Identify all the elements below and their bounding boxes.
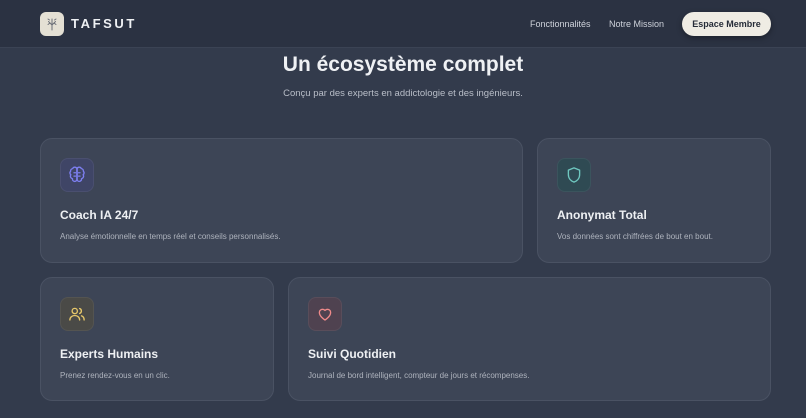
feature-icon-box bbox=[557, 158, 591, 192]
feature-title: Experts Humains bbox=[60, 347, 159, 361]
feature-description: Analyse émotionnelle en temps réel et co… bbox=[60, 232, 281, 241]
brain-icon bbox=[69, 166, 85, 183]
heart-icon bbox=[318, 308, 332, 321]
logo[interactable] bbox=[40, 12, 64, 36]
section-title: Un écosystème complet bbox=[282, 53, 524, 76]
nav-link-features[interactable]: Fonctionnalités bbox=[530, 19, 591, 29]
member-space-button[interactable]: Espace Membre bbox=[682, 12, 771, 36]
feature-card-ai-coach: Coach IA 24/7 Analyse émotionnelle en te… bbox=[40, 138, 523, 263]
feature-description: Prenez rendez-vous en un clic. bbox=[60, 371, 170, 380]
section-subtitle: Conçu par des experts en addictologie et… bbox=[283, 88, 523, 99]
feature-card-daily-tracking: Suivi Quotidien Journal de bord intellig… bbox=[288, 277, 771, 401]
feature-description: Vos données sont chiffrées de bout en bo… bbox=[557, 232, 713, 241]
feature-description: Journal de bord intelligent, compteur de… bbox=[308, 371, 530, 380]
brand-name[interactable]: TAFSUT bbox=[71, 16, 137, 31]
users-icon bbox=[69, 307, 85, 321]
feature-title: Suivi Quotidien bbox=[308, 347, 397, 361]
shield-icon bbox=[567, 167, 581, 183]
feature-icon-box bbox=[60, 297, 94, 331]
feature-card-experts: Experts Humains Prenez rendez-vous en un… bbox=[40, 277, 274, 401]
feature-title: Anonymat Total bbox=[557, 208, 647, 222]
feature-icon-box bbox=[308, 297, 342, 331]
feature-icon-box bbox=[60, 158, 94, 192]
feature-card-anonymity: Anonymat Total Vos données sont chiffrée… bbox=[537, 138, 771, 263]
navbar: TAFSUT Fonctionnalités Notre Mission Esp… bbox=[0, 0, 806, 48]
feature-title: Coach IA 24/7 bbox=[60, 208, 139, 222]
nav-link-mission[interactable]: Notre Mission bbox=[609, 19, 664, 29]
tree-icon bbox=[47, 18, 57, 31]
